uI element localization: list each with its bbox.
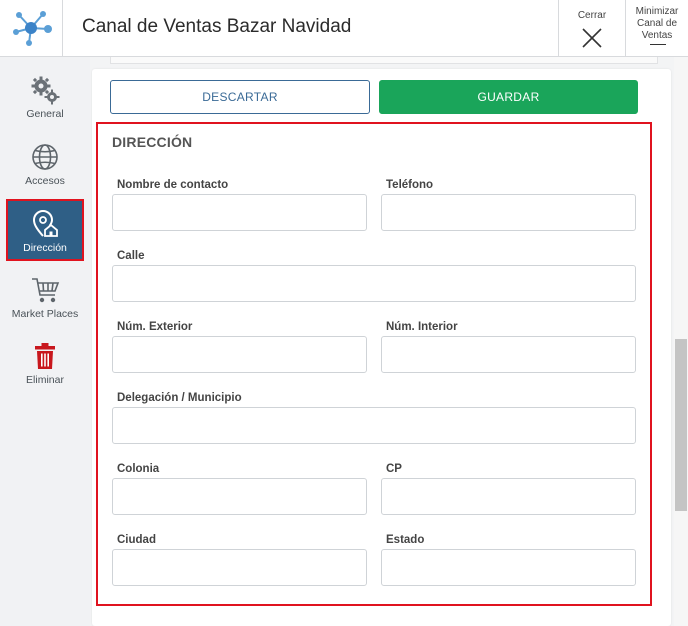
gears-icon [31,76,60,105]
section-title: DIRECCIÓN [112,134,193,150]
sidebar-item-market-places[interactable]: Market Places [8,275,82,333]
street-input[interactable] [112,265,636,302]
sidebar: General Accesos Dirección Market Places … [0,57,90,626]
street-label: Calle [117,250,145,262]
cart-icon [32,278,60,303]
page-title: Canal de Ventas Bazar Navidad [82,16,352,37]
sidebar-item-label: Market Places [11,308,79,320]
close-button[interactable]: Cerrar [558,0,625,56]
exterior-number-label: Núm. Exterior [117,321,193,333]
contact-name-label: Nombre de contacto [117,179,229,191]
postal-code-label: CP [386,463,402,475]
main-content: DESCARTAR GUARDAR DIRECCIÓN Nombre de co… [90,57,674,626]
interior-number-label: Núm. Interior [386,321,458,333]
city-label: Ciudad [117,534,156,546]
exterior-number-input[interactable] [112,336,367,373]
municipality-label: Delegación / Municipio [117,392,242,404]
municipality-input[interactable] [112,407,636,444]
minimize-button[interactable]: Minimizar Canal de Ventas [625,0,688,56]
postal-code-input[interactable] [381,478,636,515]
close-label: Cerrar [577,10,607,21]
sidebar-item-label: Accesos [25,175,65,187]
neighborhood-label: Colonia [117,463,160,475]
minimize-label: Minimizar Canal de Ventas [635,6,679,41]
sidebar-item-direccion[interactable]: Dirección [6,199,84,261]
logo[interactable] [0,0,63,56]
phone-input[interactable] [381,194,636,231]
sidebar-item-accesos[interactable]: Accesos [8,142,82,200]
state-label: Estado [386,534,425,546]
sidebar-item-label: Dirección [23,242,67,254]
trash-icon [35,343,55,369]
phone-label: Teléfono [386,179,434,191]
close-icon [582,28,602,48]
interior-number-input[interactable] [381,336,636,373]
discard-button[interactable]: DESCARTAR [110,80,370,114]
city-input[interactable] [112,549,367,586]
sidebar-item-label: Eliminar [26,374,64,386]
app-header: Canal de Ventas Bazar Navidad Cerrar Min… [0,0,688,57]
contact-name-input[interactable] [112,194,367,231]
previous-card-edge [110,57,658,64]
save-button[interactable]: GUARDAR [379,80,638,114]
globe-icon [32,144,58,170]
minimize-icon [650,44,666,45]
location-home-icon [32,210,58,237]
sidebar-item-eliminar[interactable]: Eliminar [8,341,82,399]
sidebar-item-label: General [26,108,64,120]
sidebar-item-general[interactable]: General [8,75,82,133]
form-card: DESCARTAR GUARDAR DIRECCIÓN Nombre de co… [92,69,671,626]
state-input[interactable] [381,549,636,586]
address-section: DIRECCIÓN Nombre de contacto Teléfono Ca… [96,122,652,606]
scrollbar-thumb[interactable] [675,339,687,511]
neighborhood-input[interactable] [112,478,367,515]
network-logo-icon [13,11,52,46]
vertical-scrollbar[interactable] [674,57,688,626]
